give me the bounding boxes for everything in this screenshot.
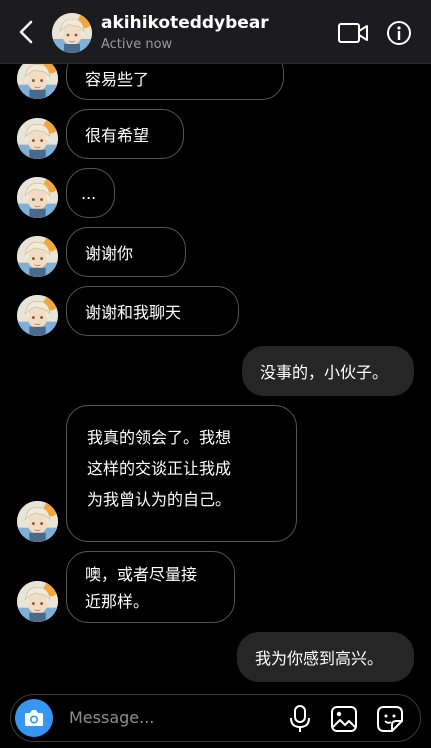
incoming-message[interactable]: 谢谢和我聊天 — [66, 286, 239, 336]
message-text-line: 这样的交谈正让我成 — [87, 459, 232, 478]
message-text: 我为你感到高兴。 — [255, 649, 384, 668]
contact-avatar[interactable] — [17, 236, 58, 277]
message-text: 容易些了 — [85, 70, 150, 89]
message-text-line: 我真的领会了。我想 — [87, 428, 232, 447]
info-icon[interactable] — [386, 20, 412, 46]
incoming-message[interactable]: 噢，或者尽量接 近那样。 — [66, 551, 235, 623]
chat-header: akihikoteddybear Active now — [0, 0, 431, 64]
contact-avatar[interactable] — [17, 118, 58, 159]
contact-avatar[interactable] — [17, 501, 58, 542]
outgoing-message[interactable]: 我为你感到高兴。 — [237, 632, 414, 682]
active-status: Active now — [101, 37, 173, 52]
camera-button[interactable] — [15, 699, 53, 737]
message-text: ... — [81, 183, 97, 203]
header-avatar[interactable] — [52, 13, 92, 53]
incoming-message[interactable]: ... — [66, 168, 115, 218]
incoming-message[interactable]: 很有希望 — [66, 109, 184, 159]
contact-avatar[interactable] — [17, 295, 58, 336]
message-composer: Message... — [10, 694, 421, 742]
sticker-icon[interactable] — [376, 705, 404, 733]
message-text-line: 近那样。 — [85, 592, 150, 611]
message-input[interactable]: Message... — [69, 708, 154, 727]
back-arrow-icon[interactable] — [14, 19, 40, 45]
contact-avatar[interactable] — [17, 58, 58, 99]
camera-icon — [25, 710, 43, 726]
message-text-line: 为我曾认为的自己。 — [87, 490, 232, 509]
gallery-icon[interactable] — [330, 705, 358, 733]
contact-username[interactable]: akihikoteddybear — [101, 13, 269, 33]
message-text: 谢谢你 — [85, 244, 134, 263]
message-text: 没事的，小伙子。 — [260, 363, 389, 382]
video-call-icon[interactable] — [337, 21, 369, 45]
contact-avatar[interactable] — [17, 177, 58, 218]
outgoing-message[interactable]: 没事的，小伙子。 — [242, 346, 414, 396]
contact-avatar[interactable] — [17, 581, 58, 622]
message-text: 谢谢和我聊天 — [85, 303, 182, 322]
microphone-icon[interactable] — [289, 705, 311, 733]
incoming-message[interactable]: 谢谢你 — [66, 227, 186, 277]
incoming-message[interactable]: 我真的领会了。我想 这样的交谈正让我成 为我曾认为的自己。 — [66, 405, 297, 542]
message-text: 很有希望 — [85, 126, 150, 145]
message-text-line: 噢，或者尽量接 — [85, 565, 198, 584]
